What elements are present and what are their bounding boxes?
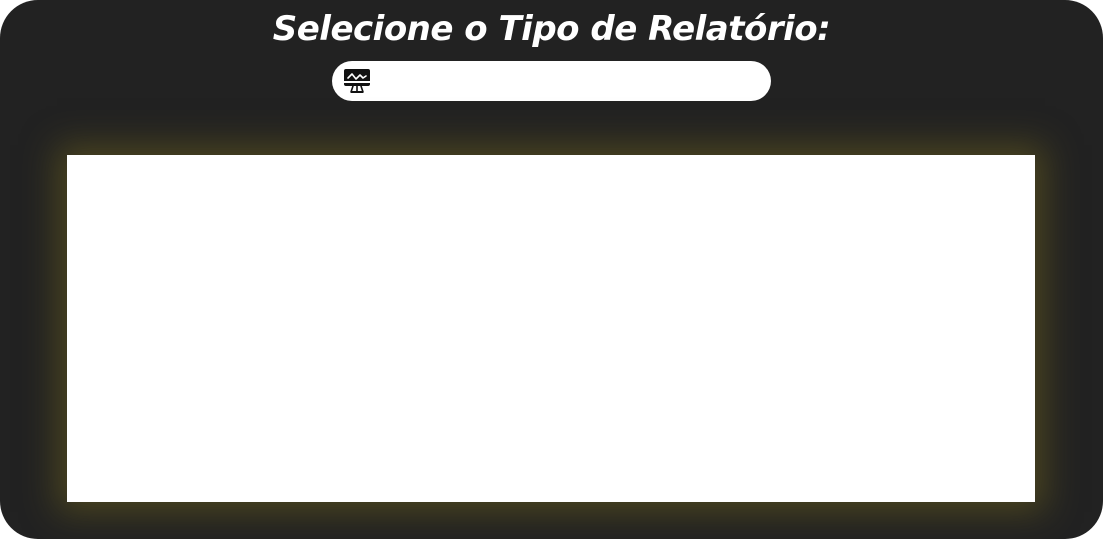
monitor-chart-icon — [343, 68, 371, 94]
report-type-select[interactable] — [332, 61, 771, 101]
report-panel: Selecione o Tipo de Relatório: — [0, 0, 1103, 539]
page-title: Selecione o Tipo de Relatório: — [272, 9, 831, 49]
report-display-area — [67, 155, 1035, 502]
